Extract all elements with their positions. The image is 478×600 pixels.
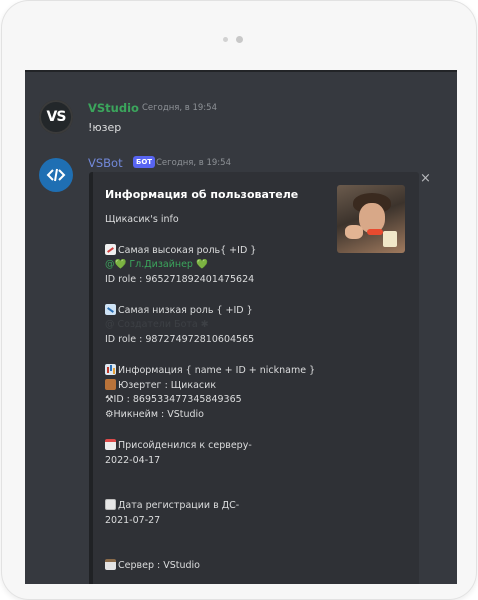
highest-role-label: Самая высокая роль{ +ID } (105, 244, 256, 256)
chart-down-icon (105, 304, 116, 315)
gear-icon: ⚙ (105, 409, 114, 420)
server-label: Сервер : VStudio (105, 559, 200, 571)
clipboard-icon (105, 559, 116, 570)
tablet-frame: VS VStudio Сегодня, в 19:54 !юзер VSBot … (1, 0, 477, 600)
registered-date: 2021-07-27 (105, 515, 161, 526)
joined-date: 2022-04-17 (105, 455, 161, 466)
embed-subtitle: Щикасик's info (105, 214, 179, 225)
lowest-role-mention[interactable]: @ Создатели Бота ✱ (105, 319, 209, 330)
embed-card: Информация об пользователе Щикасик's inf… (89, 172, 419, 584)
briefcase-icon (105, 379, 116, 390)
close-icon[interactable]: × (420, 171, 431, 186)
user-id: ⚒ID : 869533477345849365 (105, 394, 242, 405)
avatar-vstudio[interactable]: VS (39, 100, 73, 134)
user-nickname: ⚙Никнейм : VStudio (105, 409, 204, 420)
code-brackets-icon (46, 168, 66, 182)
lowest-role-id: ID role : 987274972810604565 (105, 334, 255, 345)
username-vstudio[interactable]: VStudio (88, 101, 139, 115)
message-timestamp: Сегодня, в 19:54 (156, 158, 231, 168)
highest-role-mention[interactable]: @💚 Гл.Дизайнер 💚 (105, 259, 208, 270)
highest-role-id: ID role : 965271892401475624 (105, 274, 255, 285)
tools-icon: ⚒ (105, 394, 114, 405)
registered-label: Дата регистрации в ДС- (105, 499, 239, 511)
user-tag: Юзертег : Щикасик (105, 379, 216, 391)
calendar-icon (105, 439, 116, 450)
chart-up-icon (105, 244, 116, 255)
bot-badge: БОТ (133, 156, 156, 168)
message-text: !юзер (88, 121, 122, 134)
user-thumbnail[interactable] (337, 185, 405, 253)
username-vsbot[interactable]: VSBot (88, 156, 123, 170)
message-timestamp: Сегодня, в 19:54 (142, 103, 217, 113)
chat-screen: VS VStudio Сегодня, в 19:54 !юзер VSBot … (25, 70, 457, 584)
notepad-icon (105, 499, 116, 510)
joined-label: Присойденился к серверу- (105, 439, 252, 451)
camera-icon (236, 36, 243, 43)
sensor-dot (223, 37, 228, 42)
bar-chart-icon (105, 364, 116, 375)
lowest-role-label: Самая низкая роль { +ID } (105, 304, 253, 316)
avatar-vsbot[interactable] (39, 158, 73, 192)
embed-title: Информация об пользователе (105, 188, 299, 201)
info-label: Информация { name + ID + nickname } (105, 364, 315, 376)
